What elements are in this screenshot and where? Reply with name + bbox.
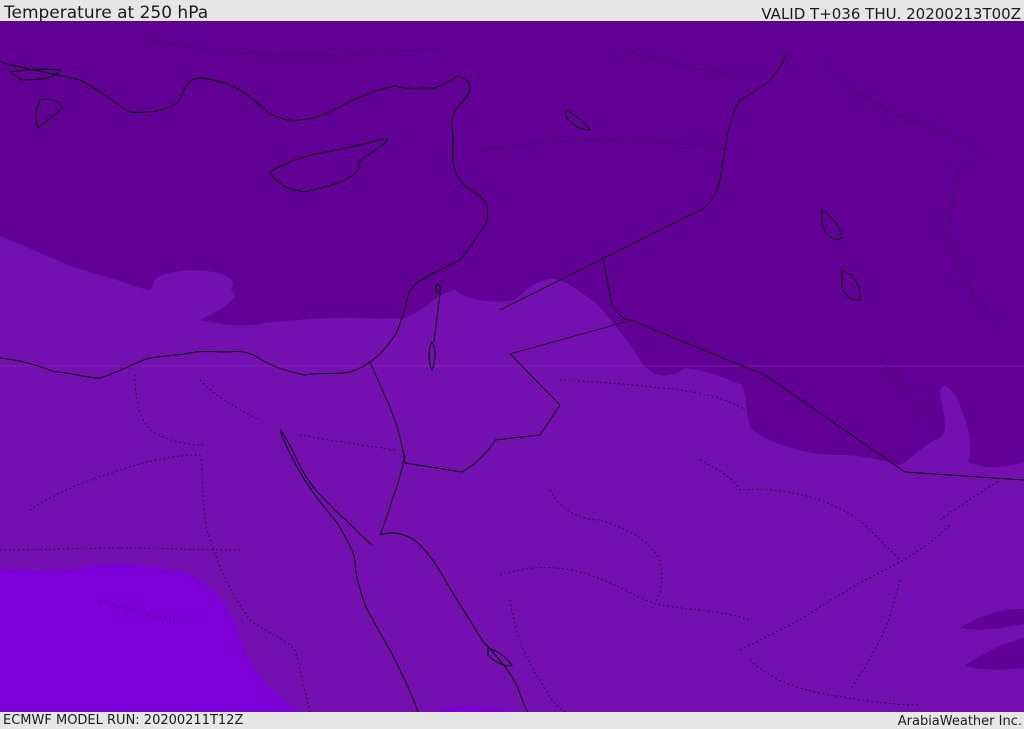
map-canvas: [0, 21, 1024, 712]
header-bar: Temperature at 250 hPa VALID T+036 THU. …: [0, 0, 1024, 23]
weather-map-page: Temperature at 250 hPa VALID T+036 THU. …: [0, 0, 1024, 729]
model-run-label: ECMWF MODEL RUN: 20200211T12Z: [3, 713, 244, 728]
credit-label: ArabiaWeather Inc.: [897, 714, 1022, 729]
footer-bar: ECMWF MODEL RUN: 20200211T12Z ArabiaWeat…: [0, 712, 1024, 729]
map-title: Temperature at 250 hPa: [4, 3, 209, 23]
temperature-map[interactable]: [0, 21, 1024, 712]
mid-band-pocket: [153, 270, 234, 297]
